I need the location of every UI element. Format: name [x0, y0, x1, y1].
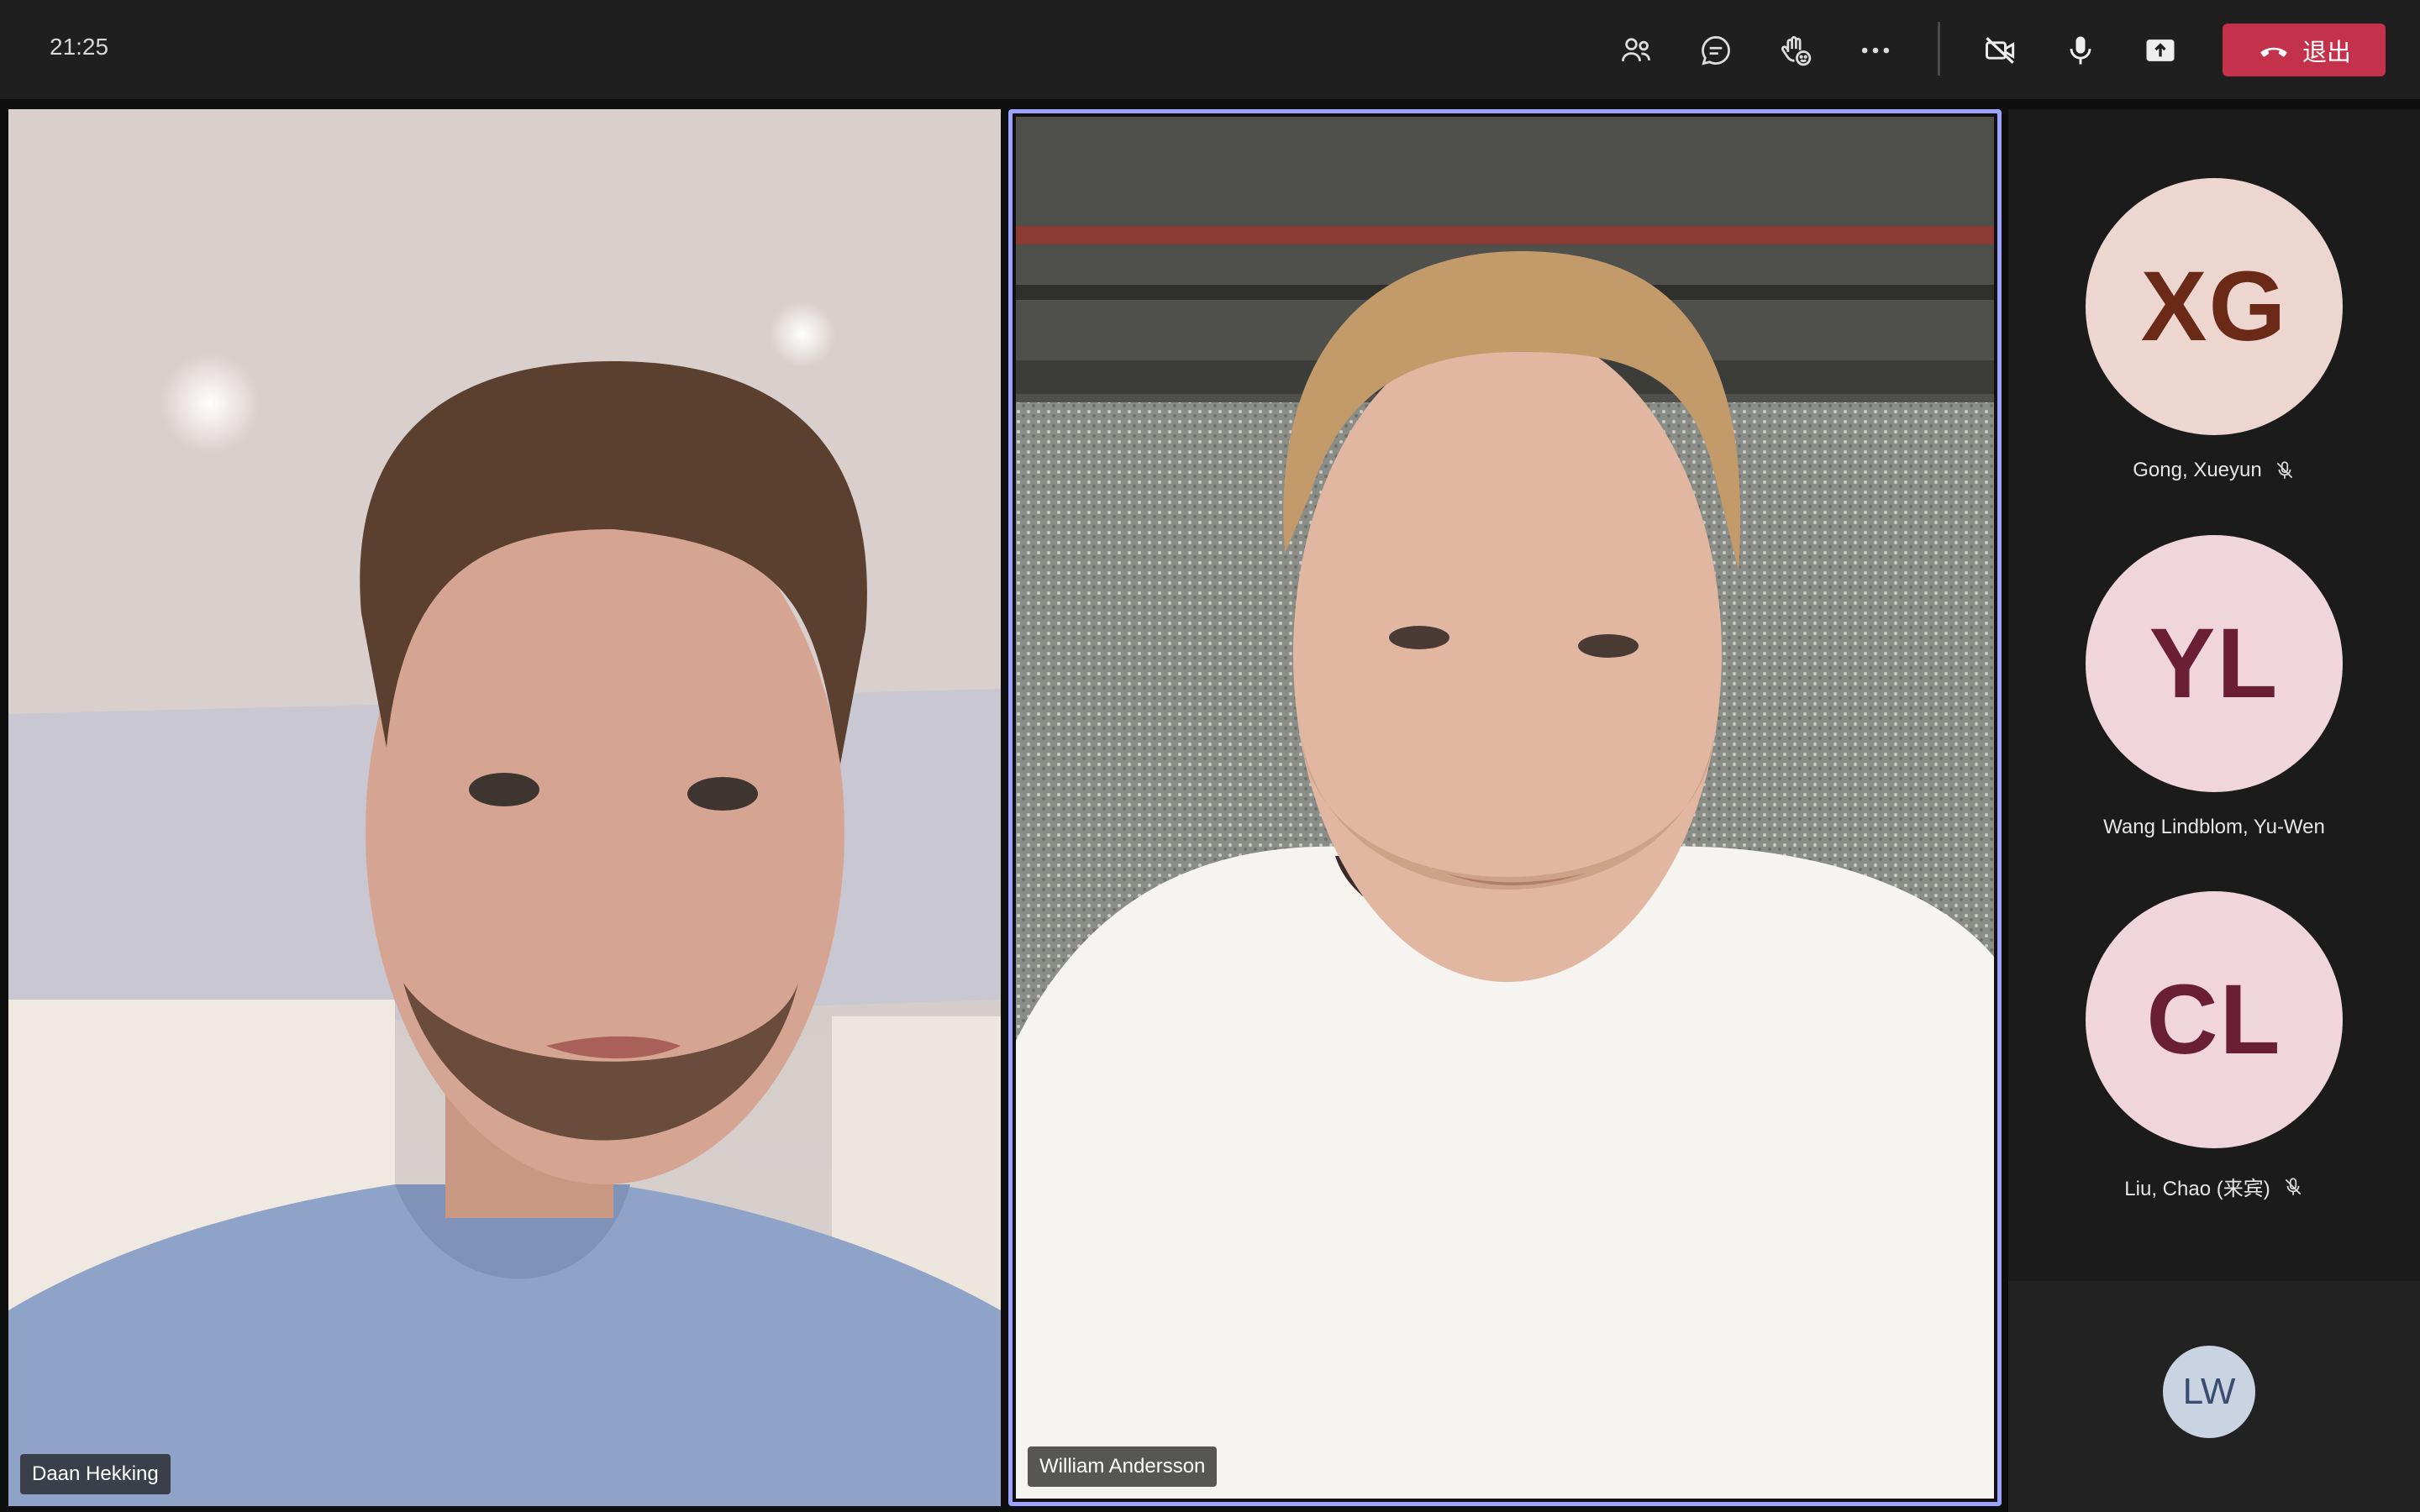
participant-video-feed [1016, 117, 1994, 1499]
chat-button[interactable] [1691, 29, 1741, 72]
share-screen-button[interactable] [2135, 29, 2186, 72]
overflow-participant-avatar[interactable]: LW [2163, 1346, 2255, 1438]
participant-name: Wang Lindblom, Yu-Wen [2008, 816, 2420, 839]
video-tile-william-andersson[interactable]: William Andersson [1016, 117, 1994, 1499]
avatar: YL [2086, 535, 2343, 792]
participant-name-text: Gong, Xueyun [2133, 459, 2262, 481]
mic-muted-icon [2276, 461, 2292, 479]
meeting-timer: 21:25 [50, 34, 109, 60]
people-icon [1622, 38, 1650, 61]
avatar: CL [2086, 891, 2343, 1148]
chat-icon [1702, 36, 1730, 66]
camera-off-icon [1986, 37, 2015, 64]
share-screen-icon [2146, 39, 2175, 61]
microphone-icon [2070, 36, 2091, 65]
camera-toggle-button[interactable] [1975, 29, 2026, 72]
participant-name-tag: Daan Hekking [20, 1454, 171, 1494]
reactions-icon [1781, 36, 1812, 66]
participant-card-liu-chao[interactable]: CL Liu, Chao (来宾) [2008, 891, 2420, 1201]
participant-name-text: Wang Lindblom, Yu-Wen [2103, 816, 2325, 838]
people-button[interactable] [1611, 29, 1661, 72]
participant-card-gong-xueyun[interactable]: XG Gong, Xueyun [2008, 178, 2420, 482]
more-options-icon [1861, 47, 1890, 54]
participant-name-tag: William Andersson [1028, 1446, 1218, 1487]
microphone-button[interactable] [2055, 29, 2106, 72]
participant-card-wang-lindblom-yu-wen[interactable]: YL Wang Lindblom, Yu-Wen [2008, 535, 2420, 839]
mic-muted-icon [2285, 1177, 2301, 1195]
hang-up-icon [2260, 47, 2287, 56]
toolbar-divider [1938, 22, 1940, 76]
more-options-button[interactable] [1850, 29, 1901, 72]
participant-name: Gong, Xueyun [2008, 459, 2420, 482]
participant-name: Liu, Chao (来宾) [2008, 1172, 2420, 1201]
avatar: XG [2086, 178, 2343, 435]
leave-button[interactable]: 退出 [2223, 24, 2386, 76]
reactions-button[interactable] [1770, 29, 1821, 72]
participant-name-text: Liu, Chao (来宾) [2124, 1178, 2270, 1200]
video-tile-daan-hekking[interactable]: Daan Hekking [8, 109, 1001, 1506]
participant-video-feed [8, 109, 1001, 1506]
leave-label: 退出 [2302, 39, 2351, 66]
meeting-toolbar: 21:25 退出 [0, 0, 2420, 99]
